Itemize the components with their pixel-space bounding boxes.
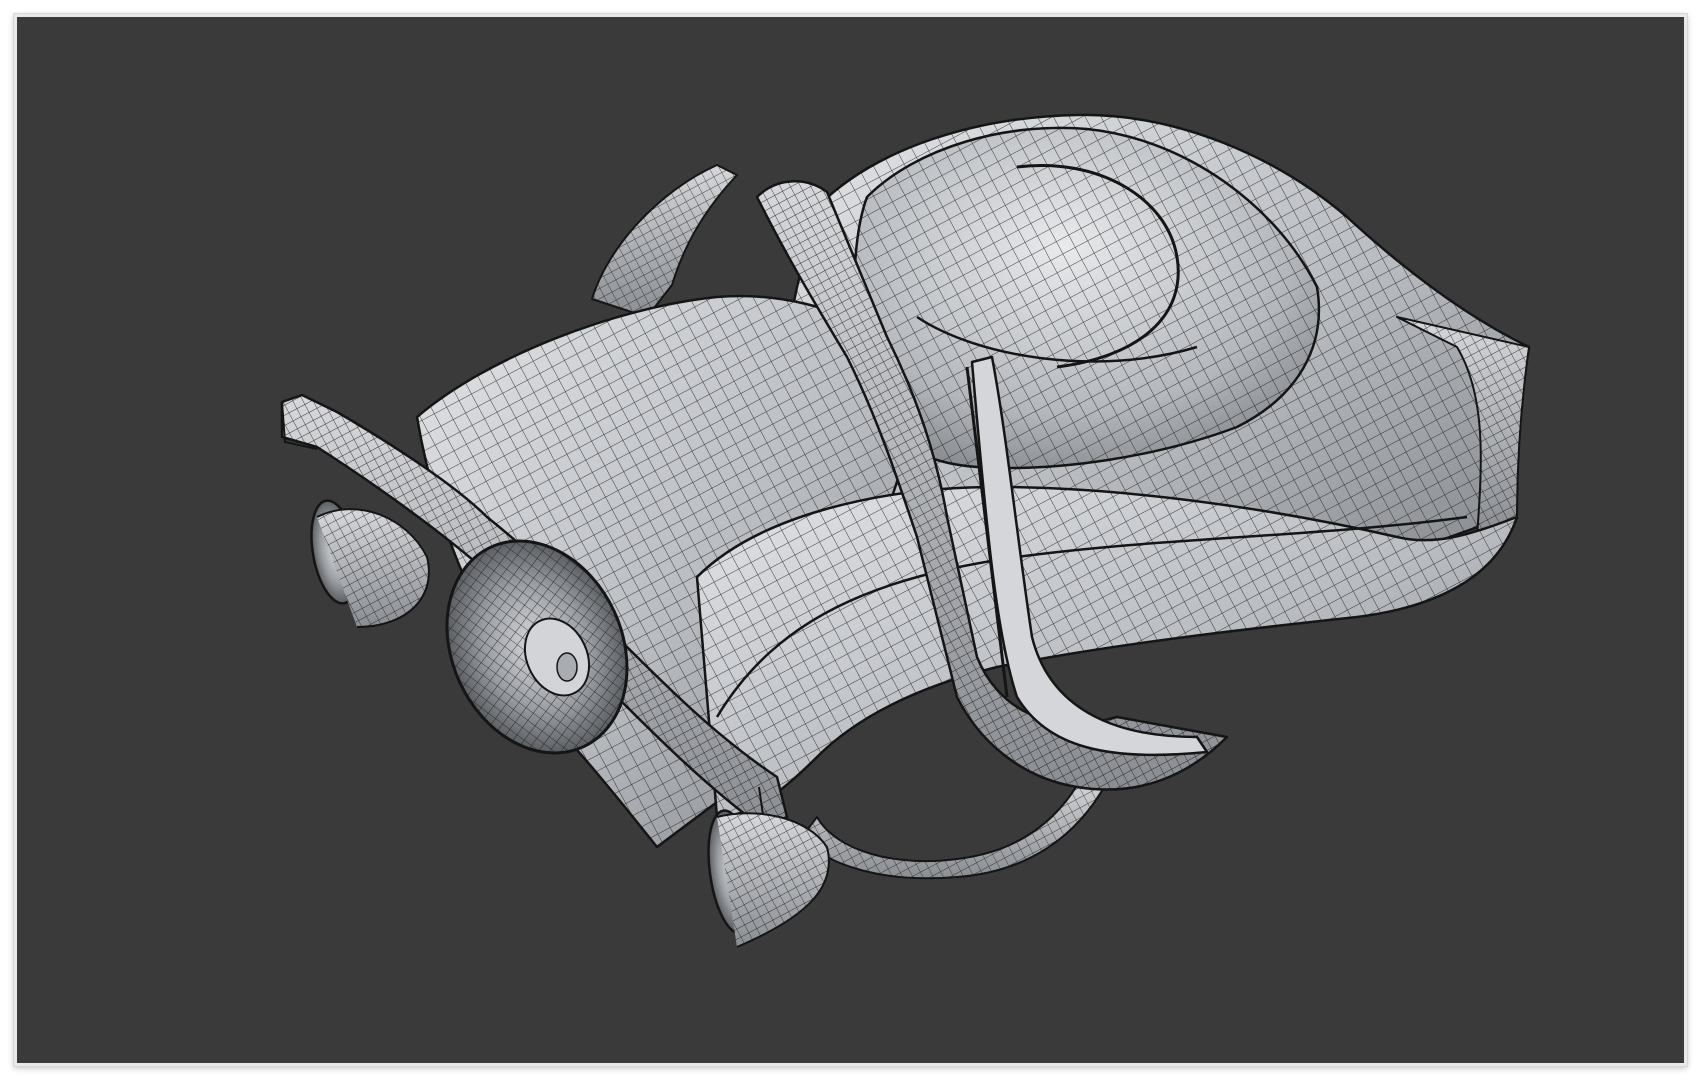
viewport-canvas[interactable] [17,17,1684,1063]
screenshot-frame [14,14,1687,1066]
3d-viewport[interactable] [17,17,1684,1063]
